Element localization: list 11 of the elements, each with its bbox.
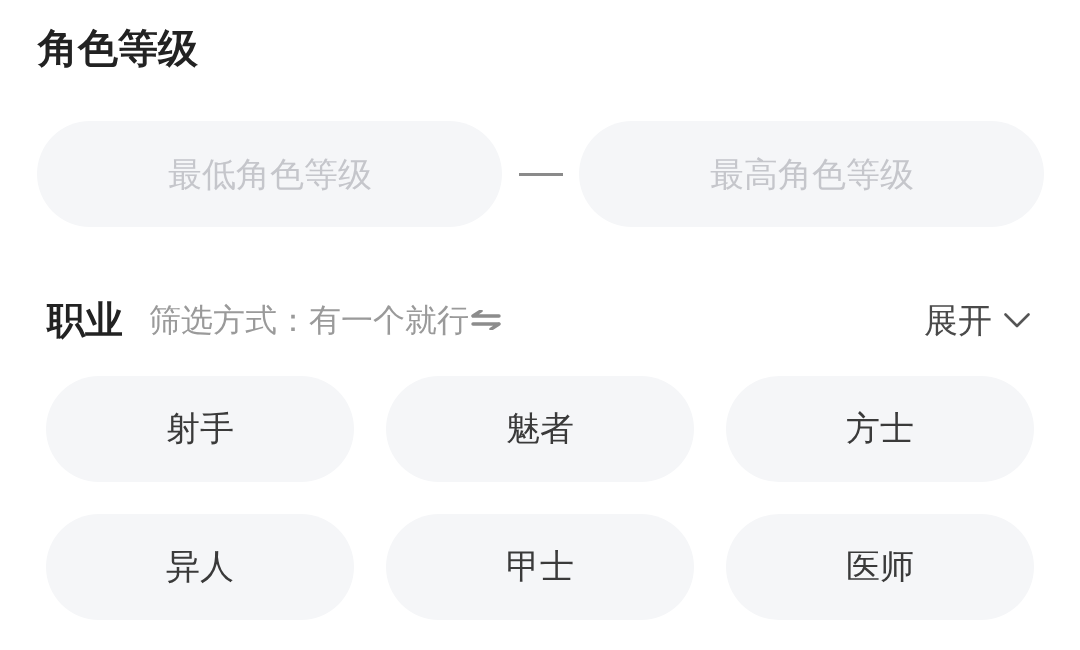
profession-chip[interactable]: 方士 [726, 376, 1034, 482]
expand-toggle[interactable]: 展开 [924, 298, 1030, 342]
profession-chip[interactable]: 医师 [726, 514, 1034, 620]
section-title: 职业 [47, 297, 123, 344]
swap-arrows-icon [471, 310, 501, 330]
profession-chip[interactable]: 甲士 [386, 514, 694, 620]
profession-chip[interactable]: 魅者 [386, 376, 694, 482]
filter-label: 筛选方式： [149, 300, 309, 341]
profession-chip[interactable]: 异人 [46, 514, 354, 620]
section-title: 角色等级 [38, 24, 199, 73]
profession-chip[interactable]: 射手 [46, 376, 354, 482]
